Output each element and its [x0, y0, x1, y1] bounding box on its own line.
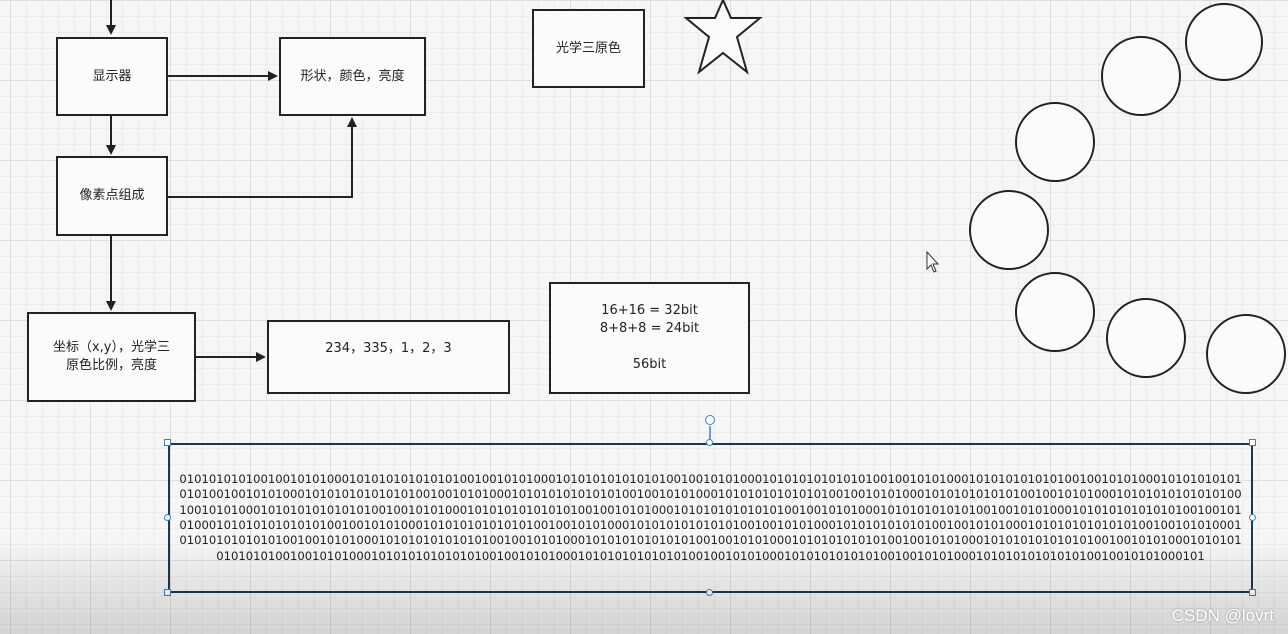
bits-line2: 8+8+8 = 24bit: [599, 321, 700, 336]
bits-spacer: [600, 338, 699, 356]
resize-handle-nw[interactable]: [164, 439, 171, 446]
cursor-arrow-icon: [926, 250, 940, 273]
diagram-canvas[interactable]: 显示器 形状，颜色，亮度 光学三原色 像素点组成 坐标（x,y），光学三 原色比…: [0, 0, 1288, 634]
circle-shape: [969, 190, 1049, 270]
node-binary-selected[interactable]: 0101010101001001010100010101010101010100…: [168, 443, 1253, 593]
node-pixels-label: 像素点组成: [79, 188, 145, 203]
resize-handle-ne[interactable]: [1249, 439, 1256, 446]
node-values[interactable]: 234，335，1，2，3: [267, 320, 510, 394]
node-shape-color-brightness[interactable]: 形状，颜色，亮度: [279, 37, 426, 116]
star-shape: [683, 0, 763, 75]
resize-handle-sw[interactable]: [164, 589, 171, 596]
node-optics-label: 光学三原色: [555, 40, 621, 56]
node-values-label: 234，335，1，2，3: [325, 341, 452, 356]
resize-handle-se[interactable]: [1249, 589, 1256, 596]
node-coords-line1: 坐标（x,y），光学三: [52, 340, 171, 355]
node-display-label: 显示器: [92, 68, 132, 84]
bits-line1: 16+16 = 32bit: [601, 303, 698, 318]
circle-shape: [1185, 3, 1263, 81]
node-coords[interactable]: 坐标（x,y），光学三 原色比例，亮度: [27, 312, 196, 402]
circle-shape: [1101, 36, 1181, 116]
watermark: CSDN @lovrt: [1171, 606, 1274, 625]
resize-handle-s[interactable]: [706, 589, 713, 596]
binary-text: 0101010101001001010100010101010101010100…: [179, 471, 1242, 563]
node-display[interactable]: 显示器: [56, 37, 168, 116]
circle-shape: [1106, 298, 1186, 378]
circle-shape: [1015, 272, 1095, 352]
resize-handle-w[interactable]: [164, 514, 171, 521]
node-optics-primaries[interactable]: 光学三原色: [532, 9, 645, 88]
rotation-handle[interactable]: [705, 415, 715, 425]
bits-total: 56bit: [632, 357, 667, 372]
node-coords-line2: 原色比例，亮度: [65, 358, 157, 373]
node-bit-sizes[interactable]: 16+16 = 32bit 8+8+8 = 24bit 56bit: [549, 282, 750, 394]
node-shape-label: 形状，颜色，亮度: [300, 68, 405, 84]
resize-handle-e[interactable]: [1249, 514, 1256, 521]
circle-shape: [1015, 102, 1095, 182]
circle-shape: [1206, 314, 1286, 394]
arrow-pixels-to-shape: [168, 117, 357, 198]
resize-handle-n[interactable]: [706, 439, 713, 446]
node-pixels[interactable]: 像素点组成: [56, 156, 168, 236]
